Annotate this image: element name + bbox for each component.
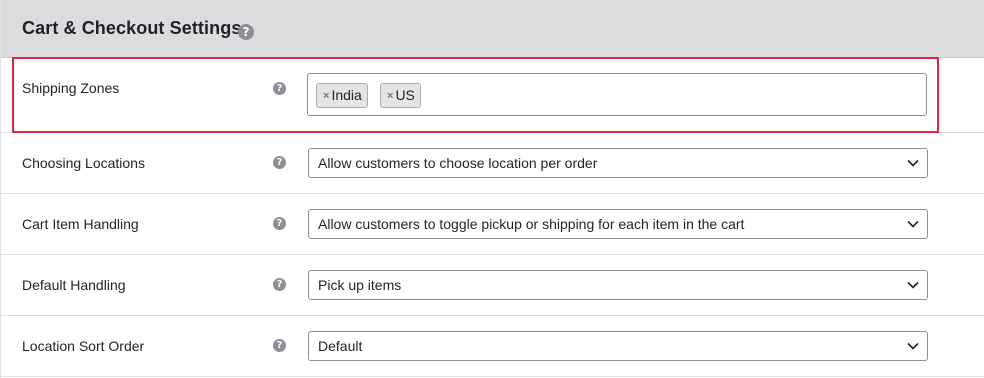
select-value: Pick up items [318, 277, 402, 293]
settings-row-location-sort-order: Location Sort Order ? Default [1, 316, 984, 377]
settings-row-cart-item-handling: Cart Item Handling ? Allow customers to … [1, 194, 984, 255]
question-circle-icon[interactable]: ? [273, 156, 286, 169]
default-handling-select[interactable]: Pick up items [308, 270, 928, 300]
chevron-down-icon [907, 220, 919, 228]
zone-chip-india: × India [316, 83, 368, 108]
question-circle-icon[interactable]: ? [273, 339, 286, 352]
question-circle-icon[interactable]: ? [273, 217, 286, 230]
settings-row-choosing-locations: Choosing Locations ? Allow customers to … [1, 133, 984, 194]
remove-chip-icon[interactable]: × [387, 90, 393, 102]
question-circle-icon[interactable]: ? [238, 24, 254, 40]
zone-chip-label: India [331, 87, 362, 103]
select-value: Allow customers to choose location per o… [318, 155, 598, 171]
choosing-locations-select[interactable]: Allow customers to choose location per o… [308, 148, 928, 178]
shipping-zones-label: Shipping Zones [22, 80, 120, 96]
remove-chip-icon[interactable]: × [323, 90, 329, 102]
question-circle-icon[interactable]: ? [273, 278, 286, 291]
select-value: Default [318, 338, 363, 354]
choosing-locations-label: Choosing Locations [22, 155, 145, 171]
question-circle-icon[interactable]: ? [273, 82, 286, 95]
cart-item-handling-select[interactable]: Allow customers to toggle pickup or ship… [308, 209, 928, 239]
section-header: Cart & Checkout Settings ? [1, 0, 984, 58]
settings-panel: Cart & Checkout Settings ? Shipping Zone… [0, 0, 984, 378]
shipping-zones-multiselect[interactable]: × India × US [307, 73, 927, 116]
settings-row-default-handling: Default Handling ? Pick up items [1, 255, 984, 316]
location-sort-order-label: Location Sort Order [22, 338, 145, 354]
zone-chip-us: × US [380, 83, 421, 108]
chevron-down-icon [907, 159, 919, 167]
location-sort-order-select[interactable]: Default [308, 331, 928, 361]
chevron-down-icon [907, 281, 919, 289]
chevron-down-icon [907, 342, 919, 350]
select-value: Allow customers to toggle pickup or ship… [318, 216, 745, 232]
default-handling-label: Default Handling [22, 277, 126, 293]
section-title: Cart & Checkout Settings [22, 18, 242, 38]
cart-item-handling-label: Cart Item Handling [22, 216, 139, 232]
zone-chip-label: US [395, 87, 415, 103]
